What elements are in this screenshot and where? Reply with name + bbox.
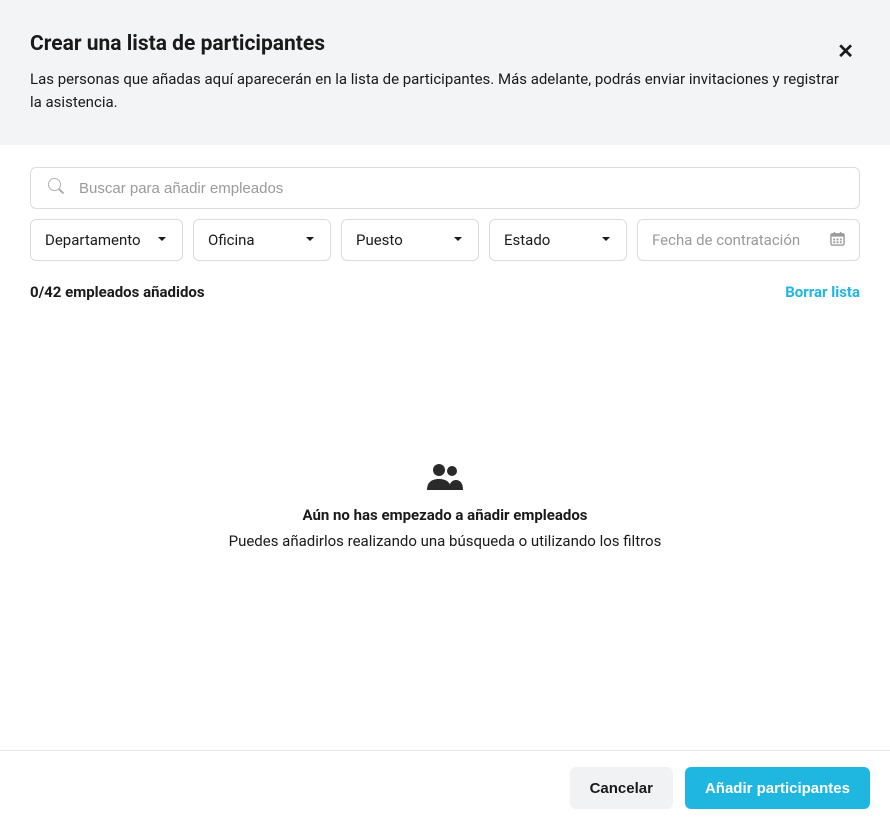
close-icon: ✕ bbox=[837, 41, 854, 63]
chevron-down-icon bbox=[304, 231, 316, 249]
hire-date-filter[interactable]: Fecha de contratación bbox=[637, 219, 860, 261]
search-icon bbox=[48, 178, 64, 198]
users-icon bbox=[427, 462, 463, 494]
close-button[interactable]: ✕ bbox=[837, 42, 854, 62]
modal-description: Las personas que añadas aquí aparecerán … bbox=[30, 68, 840, 113]
cancel-button[interactable]: Cancelar bbox=[570, 767, 673, 809]
clear-list-link[interactable]: Borrar lista bbox=[785, 283, 860, 301]
office-filter[interactable]: Oficina bbox=[193, 219, 331, 261]
position-filter[interactable]: Puesto bbox=[341, 219, 479, 261]
search-wrapper bbox=[30, 167, 860, 209]
chevron-down-icon bbox=[452, 231, 464, 249]
chevron-down-icon bbox=[600, 231, 612, 249]
department-filter[interactable]: Departamento bbox=[30, 219, 183, 261]
calendar-icon bbox=[830, 231, 845, 250]
modal-footer: Cancelar Añadir participantes bbox=[0, 750, 890, 825]
search-input[interactable] bbox=[30, 167, 860, 209]
position-filter-label: Puesto bbox=[356, 231, 403, 249]
modal-header: Crear una lista de participantes Las per… bbox=[0, 0, 890, 145]
department-filter-label: Departamento bbox=[45, 231, 141, 249]
empty-state: Aún no has empezado a añadir empleados P… bbox=[30, 321, 860, 750]
empty-state-title: Aún no has empezado a añadir empleados bbox=[302, 506, 587, 524]
status-row: 0/42 empleados añadidos Borrar lista bbox=[30, 283, 860, 301]
modal-title: Crear una lista de participantes bbox=[30, 32, 860, 56]
office-filter-label: Oficina bbox=[208, 231, 255, 249]
chevron-down-icon bbox=[156, 231, 168, 249]
hire-date-filter-placeholder: Fecha de contratación bbox=[652, 231, 800, 249]
status-filter[interactable]: Estado bbox=[489, 219, 627, 261]
add-participants-button[interactable]: Añadir participantes bbox=[685, 767, 870, 809]
employee-count: 0/42 empleados añadidos bbox=[30, 283, 205, 301]
status-filter-label: Estado bbox=[504, 231, 550, 249]
modal-content: Departamento Oficina Puesto Estado Fecha… bbox=[0, 145, 890, 750]
filters-row: Departamento Oficina Puesto Estado Fecha… bbox=[30, 219, 860, 261]
empty-state-description: Puedes añadirlos realizando una búsqueda… bbox=[229, 532, 662, 550]
